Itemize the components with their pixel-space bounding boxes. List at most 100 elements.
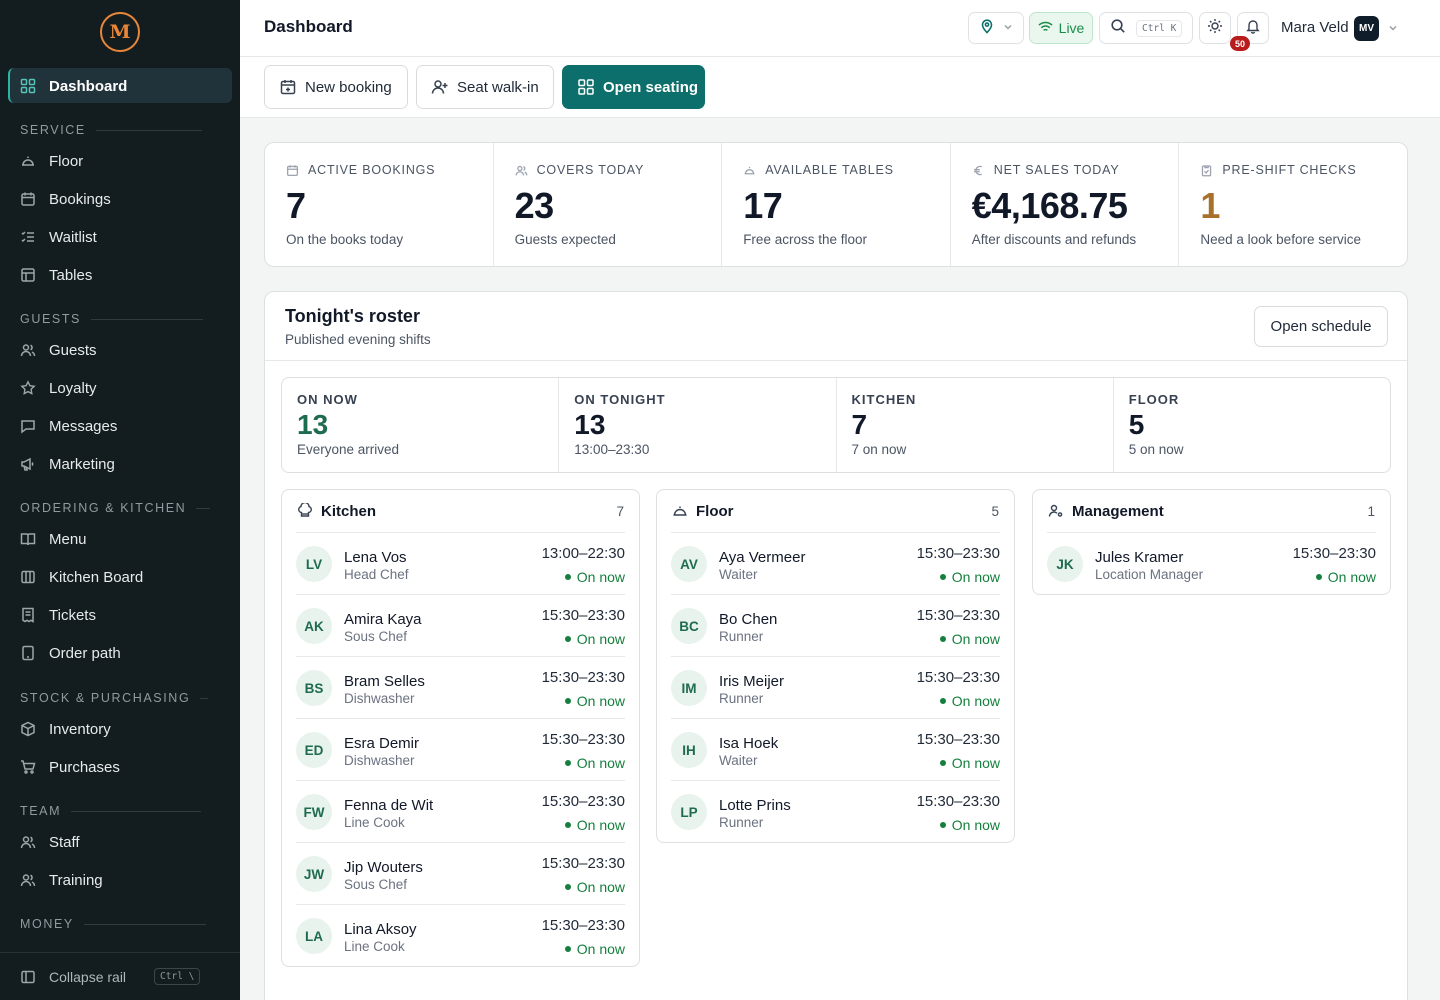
stat-label: AVAILABLE TABLES [765,163,894,177]
app-logo[interactable]: M [100,12,140,52]
staff-role: Location Manager [1095,567,1204,582]
column-title: Management [1072,502,1164,520]
staff-initials-avatar: JK [1047,546,1083,582]
staff-role: Line Cook [344,939,405,954]
status-label: On now [576,693,625,709]
staff-initials-avatar: BS [296,670,332,706]
shift-time: 15:30–23:30 [541,731,625,748]
stat-value: 7 [286,185,306,226]
staff-name: Isa Hoek [719,735,779,752]
status-label: On now [951,569,1000,585]
sidebar-item-order-path[interactable]: Order path [20,641,121,665]
status-label: On now [951,631,1000,647]
sidebar-item-loyalty[interactable]: Loyalty [20,376,97,400]
summary-on-tonight: ON TONIGHT 13 13:00–23:30 [559,378,837,472]
sidebar-item-waitlist[interactable]: Waitlist [20,225,97,249]
summary-on-now: ON NOW 13 Everyone arrived [282,378,560,472]
status-label: On now [951,755,1000,771]
receipt-icon [20,607,36,623]
theme-toggle-button[interactable] [1199,12,1231,44]
users-icon [20,872,36,888]
location-picker[interactable] [968,12,1024,44]
sidebar-item-bookings[interactable]: Bookings [20,187,111,211]
sidebar-item-marketing[interactable]: Marketing [20,452,115,476]
avatar[interactable]: MV [1354,16,1379,41]
sidebar-item-tables[interactable]: Tables [20,263,92,287]
sidebar-item-menu[interactable]: Menu [20,527,87,551]
search-button[interactable]: Ctrl K [1099,12,1193,44]
collapse-rail-label: Collapse rail [49,968,127,985]
map-pin-icon [979,18,995,39]
staff-initials-avatar: IM [671,670,707,706]
sidebar-item-staff[interactable]: Staff [20,830,80,854]
staff-name: Amira Kaya [344,611,422,628]
roster-row[interactable]: JK Jules Kramer Location Manager 15:30–23:3… [1047,532,1376,594]
stat-sub: Guests expected [514,232,616,247]
calendar-icon [20,191,36,207]
summary-value: 7 [851,409,868,440]
seat-walk-in-button[interactable]: Seat walk-in [416,65,554,109]
users-icon [20,342,36,358]
staff-role: Dishwasher [344,753,415,768]
bell-icon [1245,18,1261,39]
stat-label: NET SALES TODAY [993,163,1120,177]
staff-role: Head Chef [344,567,409,582]
open-seating-label: Open seating [603,78,699,96]
sidebar-item-tickets[interactable]: Tickets [20,603,96,627]
sidebar-section-money: MONEY [20,917,206,931]
grid-icon [20,78,36,94]
roster-row[interactable]: LA Lina Aksoy Line Cook 15:30–23:30 On now [296,904,625,966]
sidebar-item-messages[interactable]: Messages [20,414,117,438]
sidebar-item-floor[interactable]: Floor [20,149,83,173]
sun-icon [1207,18,1223,39]
status-label: On now [1327,569,1376,585]
stat-label: PRE-SHIFT CHECKS [1222,163,1357,177]
open-seating-button[interactable]: Open seating [562,65,705,109]
staff-role: Runner [719,691,764,706]
sidebar-item-guests[interactable]: Guests [20,338,97,362]
sidebar-item-label: Dashboard [49,77,128,95]
roster-row[interactable]: ED Esra Demir Dishwasher 15:30–23:30 On now [296,718,625,780]
sidebar-item-dashboard[interactable]: Dashboard [20,74,127,98]
sidebar-item-inventory[interactable]: Inventory [20,717,111,741]
roster-row[interactable]: LP Lotte Prins Runner 15:30–23:30 On now [671,780,1000,842]
staff-initials-avatar: LP [671,794,707,830]
user-plus-icon [431,78,449,96]
user-name[interactable]: Mara Veld [1281,19,1349,36]
chef-hat-icon [297,503,313,519]
column-header: Floor 5 [657,490,1014,532]
sidebar-section-stock: STOCK & PURCHASING [20,691,209,705]
chevron-down-icon[interactable] [1388,20,1398,38]
sidebar-item-kitchen-board[interactable]: Kitchen Board [20,565,143,589]
staff-initials-avatar: ED [296,732,332,768]
status-dot [939,574,946,580]
status-badge: On now [564,817,625,833]
roster-row[interactable]: AK Amira Kaya Sous Chef 15:30–23:30 On now [296,594,625,656]
message-icon [20,418,36,434]
collapse-rail-button[interactable]: Collapse rail Ctrl \ [0,952,240,1000]
roster-row[interactable]: BC Bo Chen Runner 15:30–23:30 On now [671,594,1000,656]
staff-initials-avatar: IH [671,732,707,768]
status-badge: On now [939,693,1000,709]
roster-row[interactable]: IM Iris Meijer Runner 15:30–23:30 On now [671,656,1000,718]
roster-row[interactable]: BS Bram Selles Dishwasher 15:30–23:30 On now [296,656,625,718]
live-status-button[interactable]: Live [1029,12,1093,44]
roster-row[interactable]: IH Isa Hoek Waiter 15:30–23:30 On now [671,718,1000,780]
sidebar: M Dashboard SERVICE Floor Bookings Waitl… [0,0,240,1000]
stat-covers-today: COVERS TODAY 23 Guests expected [494,143,723,266]
cloche-icon [672,503,688,519]
roster-row[interactable]: FW Fenna de Wit Line Cook 15:30–23:30 On now [296,780,625,842]
roster-row[interactable]: JW Jip Wouters Sous Chef 15:30–23:30 On now [296,842,625,904]
sidebar-item-purchases[interactable]: Purchases [20,755,120,779]
roster-title: Tonight's roster [285,306,420,326]
staff-name: Jip Wouters [344,859,423,876]
status-label: On now [576,631,625,647]
sidebar-item-training[interactable]: Training [20,868,103,892]
new-booking-button[interactable]: New booking [264,65,408,109]
open-schedule-button[interactable]: Open schedule [1254,306,1388,347]
staff-name: Bo Chen [719,611,778,628]
roster-row[interactable]: LV Lena Vos Head Chef 13:00–22:30 On now [296,532,625,594]
roster-row[interactable]: AV Aya Vermeer Waiter 15:30–23:30 On now [671,532,1000,594]
list-check-icon [20,229,36,245]
collapse-shortcut: Ctrl \ [154,968,201,985]
